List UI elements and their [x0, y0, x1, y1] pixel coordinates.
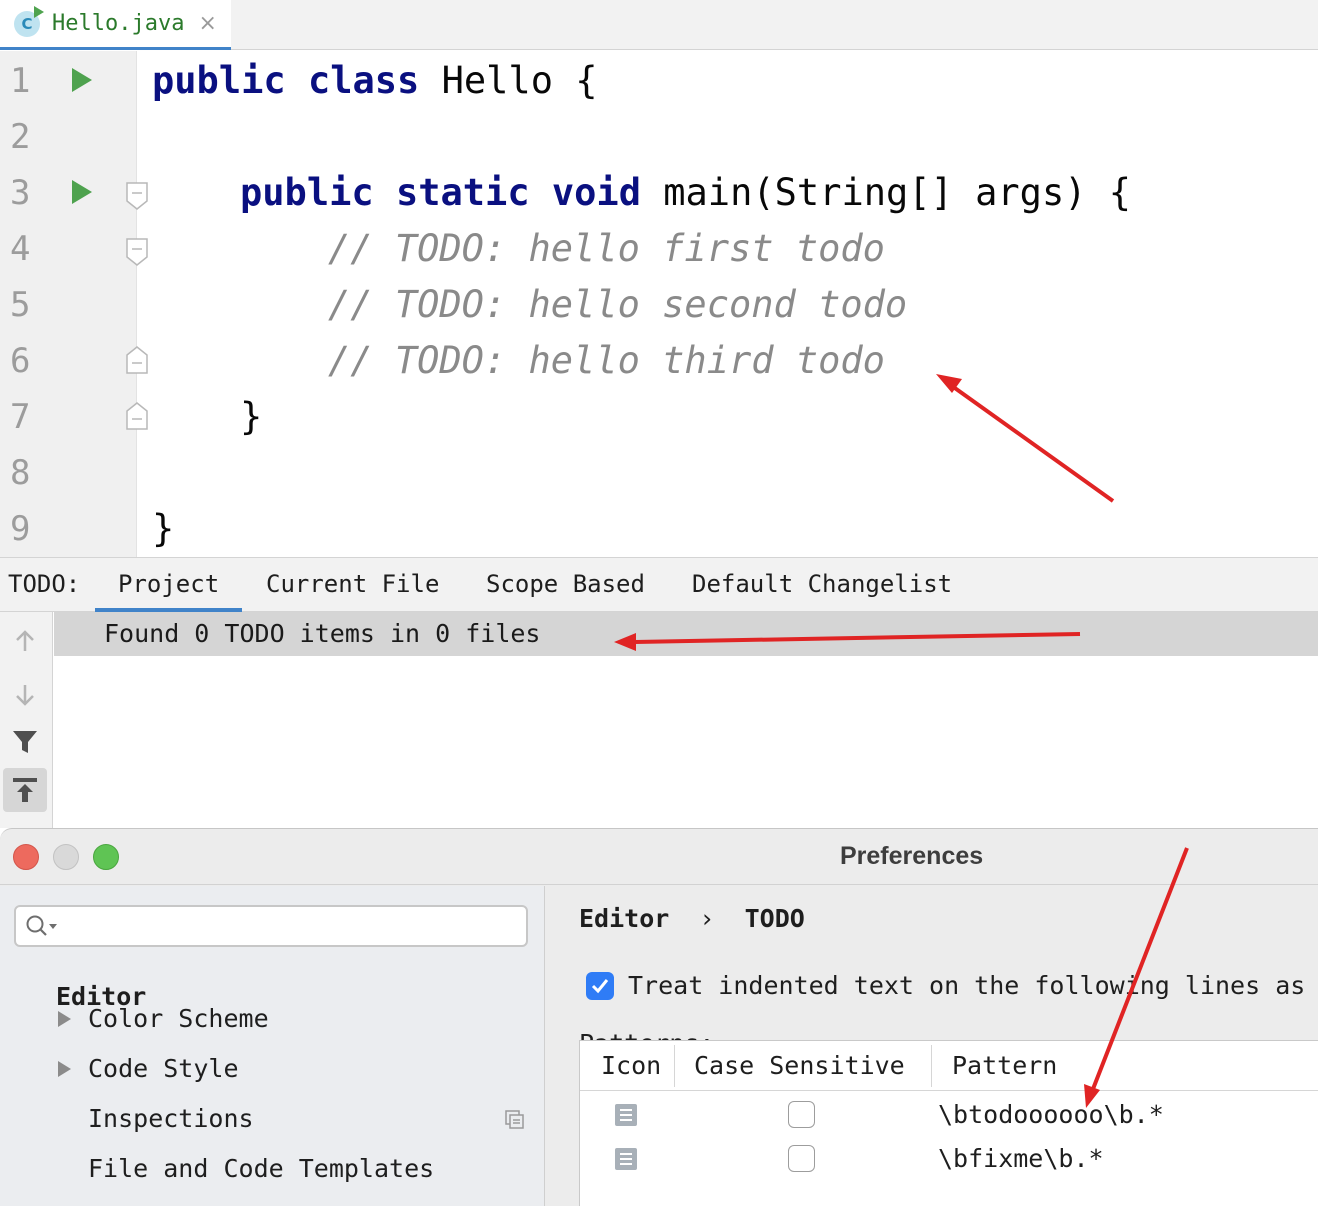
- line-number: 2: [10, 117, 31, 157]
- pattern-cell: \btodoooooo\b.*: [938, 1100, 1164, 1129]
- todo-comment-line: // TODO: hello second todo: [328, 283, 908, 326]
- fold-end-icon[interactable]: [125, 345, 149, 375]
- autoscroll-to-source-button[interactable]: [3, 768, 47, 812]
- todo-toolbar: [0, 612, 53, 828]
- todo-results: Found 0 TODO items in 0 files: [54, 612, 1318, 828]
- tab-default-changelist[interactable]: Default Changelist: [692, 558, 952, 612]
- settings-content: Editor › TODO Treat indented text on the…: [546, 886, 1318, 1206]
- checkmark-icon: [591, 979, 609, 994]
- editor-tab-hello-java[interactable]: C Hello.java ×: [0, 0, 231, 50]
- line-number: 5: [10, 285, 31, 325]
- column-divider[interactable]: [674, 1045, 675, 1087]
- line-number: 4: [10, 229, 31, 269]
- tree-item-file-and-code-templates[interactable]: File and Code Templates: [88, 1151, 434, 1187]
- fold-collapse-icon[interactable]: [125, 237, 149, 267]
- autoscroll-icon: [13, 778, 37, 802]
- case-sensitive-checkbox[interactable]: [788, 1145, 815, 1172]
- tree-item-code-style[interactable]: Code Style: [88, 1051, 239, 1087]
- editor-tab-bar: C Hello.java ×: [0, 0, 1318, 50]
- runnable-marker-icon: [34, 5, 44, 18]
- tree-item-inspections[interactable]: Inspections: [88, 1101, 254, 1137]
- next-todo-button[interactable]: [3, 672, 47, 716]
- code-editor[interactable]: 1 2 3 4 5 6 7 8 9 public class Hello { p…: [0, 51, 1318, 557]
- todo-tab-bar: TODO: Project Current File Scope Based D…: [0, 557, 1318, 612]
- column-header-pattern[interactable]: Pattern: [952, 1041, 1057, 1091]
- tab-current-file[interactable]: Current File: [266, 558, 439, 612]
- line-number: 3: [10, 173, 31, 213]
- run-main-icon[interactable]: [72, 180, 92, 204]
- column-header-case-sensitive[interactable]: Case Sensitive: [694, 1041, 905, 1091]
- code-line-9: }: [152, 507, 175, 550]
- expand-arrow-icon[interactable]: [58, 1011, 71, 1027]
- search-icon: [26, 915, 57, 936]
- breadcrumb-parent[interactable]: Editor: [579, 904, 669, 933]
- code-line-1: public class Hello {: [152, 59, 598, 102]
- todo-panel-title: TODO:: [8, 570, 81, 598]
- indented-text-label: Treat indented text on the following lin…: [628, 971, 1306, 1000]
- table-header: Icon Case Sensitive Pattern: [580, 1041, 1318, 1091]
- java-class-icon: C: [14, 5, 44, 37]
- todo-comment-line: // TODO: hello first todo: [328, 227, 885, 270]
- code-line-3: public static void main(String[] args) {: [240, 171, 1132, 214]
- case-sensitive-checkbox[interactable]: [788, 1101, 815, 1128]
- tree-item-color-scheme[interactable]: Color Scheme: [88, 1001, 269, 1037]
- tab-scope-based[interactable]: Scope Based: [486, 558, 645, 612]
- pattern-cell: \bfixme\b.*: [938, 1144, 1104, 1173]
- dialog-title: Preferences: [840, 842, 984, 870]
- breadcrumb: Editor › TODO: [579, 901, 805, 937]
- breadcrumb-separator: ›: [699, 904, 715, 933]
- run-class-icon[interactable]: [72, 68, 92, 92]
- close-tab-icon[interactable]: ×: [198, 12, 216, 35]
- indented-text-checkbox[interactable]: [586, 972, 614, 1000]
- minimize-window-button[interactable]: [53, 844, 79, 870]
- filter-todo-button[interactable]: [3, 720, 47, 764]
- preferences-dialog: Preferences Editor Color Scheme Code Sty…: [0, 828, 1318, 1206]
- close-window-button[interactable]: [13, 844, 39, 870]
- editor-tab-label: Hello.java: [52, 11, 185, 36]
- fold-end-icon[interactable]: [125, 401, 149, 431]
- table-row[interactable]: \bfixme\b.*: [580, 1137, 1318, 1181]
- expand-arrow-icon[interactable]: [58, 1061, 71, 1077]
- line-number: 7: [10, 397, 31, 437]
- editor-gutter: 1 2 3 4 5 6 7 8 9: [0, 51, 148, 557]
- line-number: 9: [10, 509, 31, 549]
- column-header-icon[interactable]: Icon: [601, 1041, 661, 1091]
- settings-sidebar: Editor Color Scheme Code Style Inspectio…: [0, 886, 545, 1206]
- todo-summary-text: Found 0 TODO items in 0 files: [104, 619, 541, 648]
- filter-icon: [13, 731, 37, 753]
- line-number: 6: [10, 341, 31, 381]
- zoom-window-button[interactable]: [93, 844, 119, 870]
- todo-summary-row[interactable]: Found 0 TODO items in 0 files: [54, 612, 1318, 656]
- todo-pattern-icon: [615, 1104, 637, 1126]
- todo-comment-line: // TODO: hello third todo: [328, 339, 885, 382]
- arrow-up-icon: [16, 630, 34, 651]
- arrow-down-icon: [16, 685, 34, 706]
- previous-todo-button[interactable]: [3, 620, 47, 664]
- preferences-titlebar: Preferences: [0, 829, 1318, 885]
- breadcrumb-current: TODO: [744, 904, 805, 933]
- line-number: 1: [10, 61, 31, 101]
- todo-pattern-icon: [615, 1148, 637, 1170]
- tab-project[interactable]: Project: [95, 558, 243, 612]
- fold-collapse-icon[interactable]: [125, 181, 149, 211]
- column-divider[interactable]: [931, 1045, 932, 1087]
- settings-search-input[interactable]: [14, 905, 528, 947]
- project-level-settings-icon: [505, 1110, 524, 1129]
- patterns-table: Icon Case Sensitive Pattern \btodoooooo\…: [579, 1040, 1318, 1206]
- code-line-7: }: [240, 395, 263, 438]
- line-number: 8: [10, 453, 31, 493]
- table-row[interactable]: \btodoooooo\b.*: [580, 1093, 1318, 1137]
